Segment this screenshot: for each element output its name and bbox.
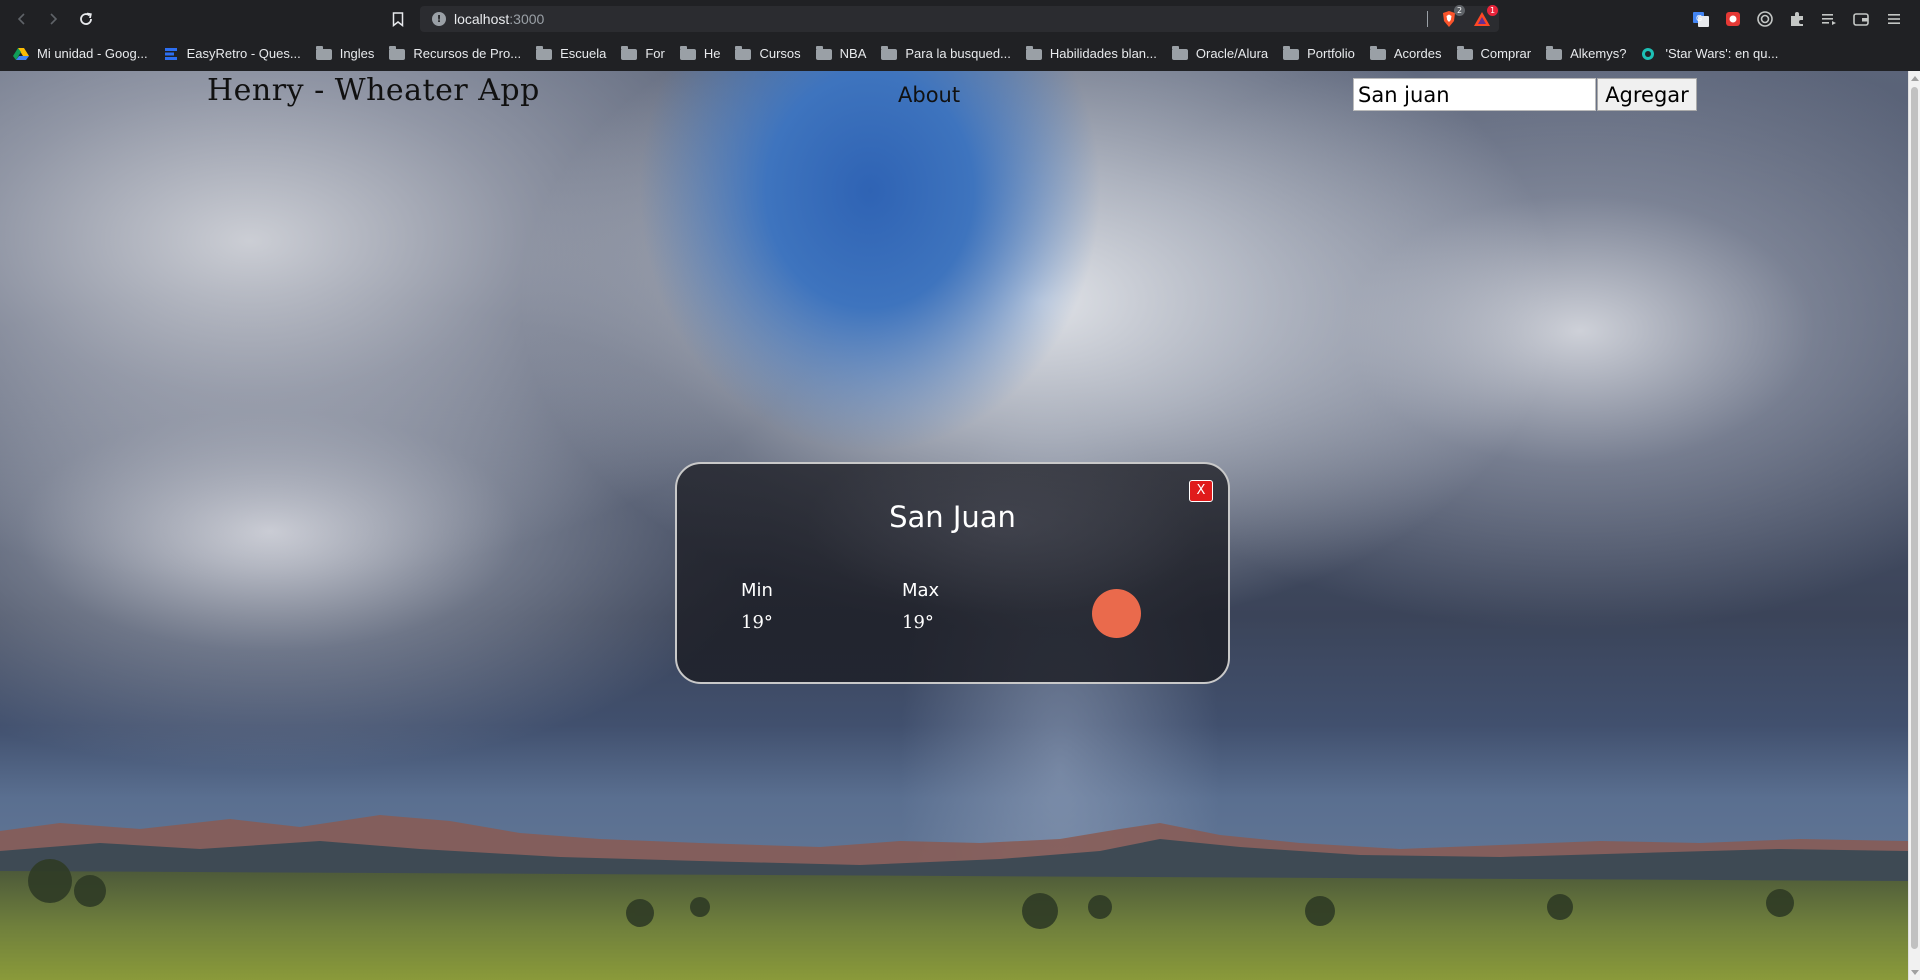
browser-toolbar: ! localhost:3000 2 1 G xyxy=(0,0,1920,37)
bookmark-label: Portfolio xyxy=(1307,45,1355,61)
bookmark-item[interactable]: He xyxy=(679,45,721,61)
rewards-badge: 1 xyxy=(1487,5,1498,16)
target-icon[interactable] xyxy=(1754,8,1776,30)
translate-icon[interactable]: G xyxy=(1690,8,1712,30)
max-temp-label: Max xyxy=(902,580,940,601)
site-icon xyxy=(1641,47,1657,60)
bookmark-label: For xyxy=(645,45,665,61)
max-temp-value: 19° xyxy=(902,612,934,633)
bookmark-item[interactable]: Cursos xyxy=(735,45,801,61)
bookmark-item[interactable]: Acordes xyxy=(1369,45,1442,61)
reload-icon[interactable] xyxy=(74,7,98,31)
min-temp-label: Min xyxy=(741,580,773,601)
scroll-thumb[interactable] xyxy=(1911,87,1918,949)
city-name: San Juan xyxy=(889,500,1016,534)
bookmark-item[interactable]: Portfolio xyxy=(1283,45,1355,61)
bookmark-item[interactable]: NBA xyxy=(815,45,867,61)
page-scrollbar[interactable] xyxy=(1908,71,1920,980)
folder-icon xyxy=(881,45,898,60)
bookmark-label: He xyxy=(703,45,721,61)
bookmark-item[interactable]: Recursos de Pro... xyxy=(389,45,522,61)
min-temp-value: 19° xyxy=(741,612,773,633)
url-port: :3000 xyxy=(509,11,545,27)
bookmark-label: Ingles xyxy=(339,45,375,61)
folder-icon xyxy=(1369,45,1386,60)
folder-icon xyxy=(1283,45,1300,60)
easyretro-icon xyxy=(163,47,179,60)
bookmark-item[interactable]: Ingles xyxy=(315,45,375,61)
close-card-button[interactable]: X xyxy=(1189,480,1213,502)
browser-chrome: ! localhost:3000 2 1 G Mi unidad - Goog… xyxy=(0,0,1920,71)
url-divider xyxy=(1427,11,1428,27)
folder-icon xyxy=(1025,45,1042,60)
bookmark-item[interactable]: Comprar xyxy=(1456,45,1532,61)
folder-icon xyxy=(1546,45,1563,60)
sun-icon xyxy=(1092,589,1141,638)
bookmark-item[interactable]: Mi unidad - Goog... xyxy=(13,46,148,61)
bookmark-item[interactable]: 'Star Wars': en qu... xyxy=(1641,46,1778,61)
address-bar[interactable]: ! localhost:3000 xyxy=(420,6,1499,32)
bookmark-label: Mi unidad - Goog... xyxy=(37,45,148,61)
url-host: localhost xyxy=(454,11,510,27)
folder-icon xyxy=(1456,45,1473,60)
bookmark-item[interactable]: Oracle/Alura xyxy=(1171,45,1269,61)
extension-red-icon[interactable] xyxy=(1722,8,1744,30)
bookmark-label: Recursos de Pro... xyxy=(413,45,522,61)
bookmark-label: Para la busqued... xyxy=(905,45,1011,61)
bookmarks-bar: Mi unidad - Goog... EasyRetro - Ques... In… xyxy=(0,38,1920,68)
bookmark-item[interactable]: Para la busqued... xyxy=(881,45,1011,61)
folder-icon xyxy=(679,45,696,60)
folder-icon xyxy=(389,45,406,60)
bookmark-item[interactable]: For xyxy=(621,45,665,61)
bookmark-label: 'Star Wars': en qu... xyxy=(1665,45,1779,61)
bookmark-label: Escuela xyxy=(560,45,607,61)
app-title: Henry - Wheater App xyxy=(207,73,540,108)
scroll-up-icon[interactable] xyxy=(1911,76,1919,81)
bookmark-item[interactable]: Alkemys? xyxy=(1546,45,1627,61)
bookmark-label: Alkemys? xyxy=(1570,45,1627,61)
folder-icon xyxy=(815,45,832,60)
brave-rewards-icon[interactable]: 1 xyxy=(1472,5,1498,29)
folder-icon xyxy=(1171,45,1188,60)
city-weather-card: X San Juan Min 19° Max 19° xyxy=(675,462,1230,684)
folder-icon xyxy=(536,45,553,60)
shield-badge: 2 xyxy=(1454,5,1465,16)
site-info-icon[interactable]: ! xyxy=(432,12,446,26)
bookmark-item[interactable]: Habilidades blan... xyxy=(1025,45,1157,61)
bookmark-item[interactable]: Escuela xyxy=(536,45,607,61)
extensions-puzzle-icon[interactable] xyxy=(1786,8,1808,30)
bookmark-label: Oracle/Alura xyxy=(1195,45,1269,61)
scroll-down-icon[interactable] xyxy=(1911,970,1919,975)
wallet-icon[interactable] xyxy=(1850,8,1872,30)
folder-icon xyxy=(621,45,638,60)
forward-icon[interactable] xyxy=(41,7,65,31)
bookmark-label: Habilidades blan... xyxy=(1049,45,1157,61)
menu-icon[interactable] xyxy=(1883,8,1905,30)
bookmark-label: Cursos xyxy=(759,45,801,61)
bookmark-item[interactable]: EasyRetro - Ques... xyxy=(163,46,301,61)
weather-app-page: Henry - Wheater App About Agregar X San … xyxy=(0,71,1908,980)
bookmark-icon[interactable] xyxy=(388,9,408,29)
bookmark-label: Acordes xyxy=(1393,45,1442,61)
bookmark-label: NBA xyxy=(839,45,867,61)
svg-text:G: G xyxy=(1696,14,1702,23)
brave-shield-icon[interactable]: 2 xyxy=(1439,5,1465,29)
folder-icon xyxy=(735,45,752,60)
google-drive-icon xyxy=(13,47,29,60)
city-search-input[interactable] xyxy=(1353,78,1596,111)
landscape-background xyxy=(0,815,1908,980)
bookmark-label: Comprar xyxy=(1480,45,1532,61)
bookmark-label: EasyRetro - Ques... xyxy=(186,45,301,61)
add-city-button[interactable]: Agregar xyxy=(1597,78,1697,111)
back-icon[interactable] xyxy=(10,7,34,31)
playlist-icon[interactable] xyxy=(1818,8,1840,30)
folder-icon xyxy=(315,45,332,60)
about-link[interactable]: About xyxy=(898,83,960,107)
